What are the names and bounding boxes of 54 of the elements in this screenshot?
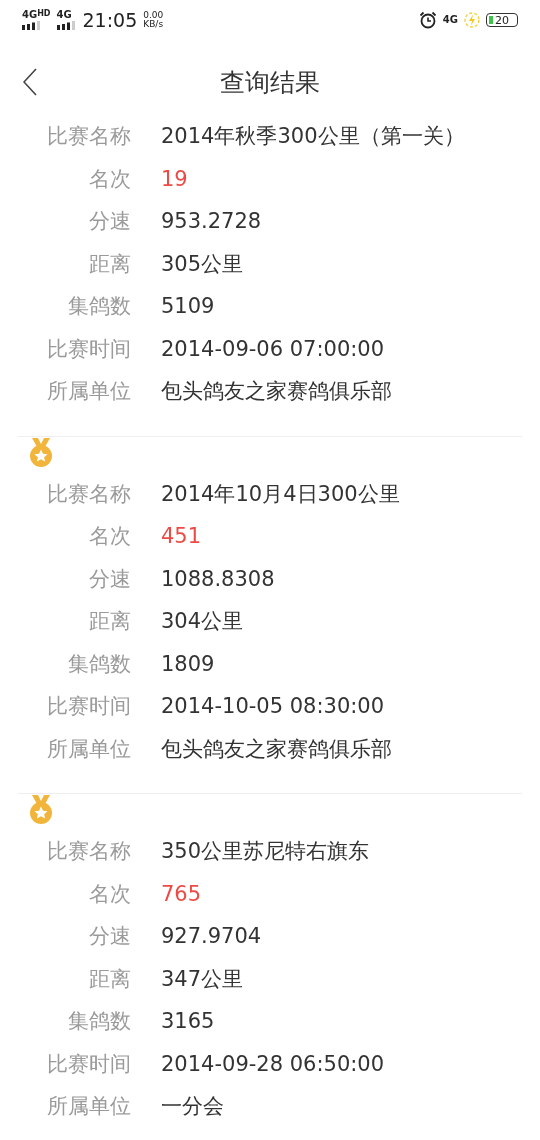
field-label: 名次 — [88, 523, 131, 551]
field-label: 所属单位 — [46, 378, 131, 406]
field-label: 比赛名称 — [46, 838, 131, 866]
field-value: 5109 — [161, 294, 215, 319]
field-label: 比赛时间 — [46, 693, 131, 721]
field-value: 2014-09-06 07:00:00 — [161, 336, 385, 361]
field-label: 所属单位 — [46, 735, 131, 763]
field-label: 所属单位 — [46, 1093, 131, 1121]
clock-time: 21:05 — [82, 9, 138, 31]
alarm-clock-icon — [418, 11, 437, 29]
field-value: 350公里苏尼特右旗东 — [161, 838, 370, 866]
battery-percent: 20 — [495, 14, 509, 26]
field-value: 2014年10月4日300公里 — [161, 480, 400, 508]
signal-icon — [22, 21, 42, 30]
field-label: 比赛名称 — [46, 125, 131, 151]
field-label: 比赛名称 — [46, 480, 131, 508]
signal-icon — [56, 21, 77, 30]
field-label: 距离 — [88, 250, 131, 278]
field-value: 包头鸽友之家赛鸽俱乐部 — [161, 735, 392, 763]
chevron-left-icon — [23, 68, 37, 96]
field-label: 距离 — [88, 965, 131, 993]
field-value: 927.9704 — [161, 924, 262, 949]
speed-unit: KB/s — [143, 20, 164, 29]
field-label: 集鸽数 — [67, 650, 131, 678]
page-title: 查询结果 — [220, 67, 320, 99]
field-label: 名次 — [88, 880, 131, 908]
field-value: 953.2728 — [161, 209, 262, 234]
field-value: 3165 — [161, 1009, 215, 1034]
field-value: 1809 — [161, 651, 215, 676]
field-value: 一分会 — [161, 1093, 224, 1121]
field-value: 305公里 — [161, 250, 244, 278]
field-value: 1088.8308 — [161, 566, 275, 591]
field-value: 2014-09-28 06:50:00 — [161, 1051, 385, 1076]
field-label: 距离 — [88, 608, 131, 636]
rank-value: 765 — [161, 881, 202, 906]
field-value: 包头鸽友之家赛鸽俱乐部 — [161, 378, 392, 406]
field-label: 分速 — [88, 923, 131, 951]
network-label: 4G — [56, 10, 72, 20]
rank-value: 451 — [161, 524, 202, 549]
charging-icon — [464, 12, 480, 28]
field-value: 304公里 — [161, 608, 244, 636]
speed-value: 0.00 — [143, 11, 164, 20]
field-label: 分速 — [88, 565, 131, 593]
field-value: 2014-10-05 08:30:00 — [161, 694, 385, 719]
field-label: 分速 — [88, 208, 131, 236]
field-value: 347公里 — [161, 965, 244, 993]
field-label: 集鸽数 — [67, 293, 131, 321]
field-label: 比赛时间 — [46, 1050, 131, 1078]
network-label: 4G — [442, 15, 458, 25]
field-label: 比赛时间 — [46, 335, 131, 363]
field-label: 名次 — [88, 165, 131, 193]
rank-value: 19 — [161, 166, 188, 191]
field-label: 集鸽数 — [67, 1008, 131, 1036]
field-value: 2014年秋季300公里（第一关） — [161, 125, 465, 151]
